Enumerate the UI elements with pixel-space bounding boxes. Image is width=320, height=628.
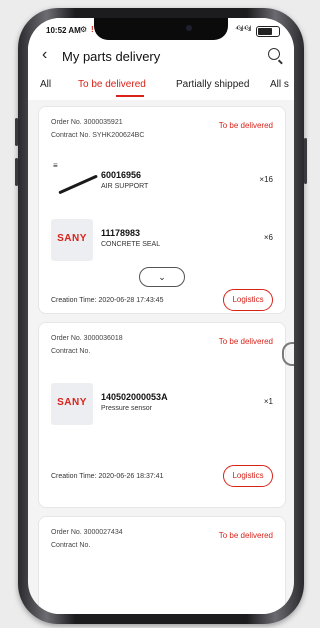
expand-button[interactable]: ⌄ — [139, 267, 185, 287]
tab-all[interactable]: All — [40, 79, 51, 90]
order-number: Order No. 3000035921 — [51, 119, 123, 126]
app-screen: 10:52 AM ⚙ ! ⁴ᴳ.ıl ⁴ᴳ.ıl ‹ My parts deli… — [28, 18, 294, 614]
list-item[interactable]: ≡ 60016956 AIR SUPPORT ×16 — [51, 161, 273, 203]
volume-up-button — [15, 118, 18, 146]
notch — [94, 18, 228, 40]
part-name: AIR SUPPORT — [101, 183, 149, 190]
logistics-button[interactable]: Logistics — [223, 289, 273, 311]
logistics-button[interactable]: Logistics — [223, 465, 273, 487]
order-card[interactable]: Order No. 3000027434 Contract No. To be … — [38, 516, 286, 614]
creation-time: Creation Time: 2020-06-26 18:37:41 — [51, 473, 164, 480]
power-button — [304, 138, 307, 184]
status-badge: To be delivered — [218, 121, 273, 130]
order-card[interactable]: Order No. 3000036018 Contract No. To be … — [38, 322, 286, 508]
part-code: 140502000053A — [101, 392, 168, 402]
part-name: CONCRETE SEAL — [101, 241, 161, 248]
air-support-image: ≡ — [51, 161, 98, 203]
chevron-down-icon: ⌄ — [158, 272, 166, 282]
order-card[interactable]: Order No. 3000035921 Contract No. SYHK20… — [38, 106, 286, 314]
order-number: Order No. 3000027434 — [51, 529, 123, 536]
order-list: Order No. 3000035921 Contract No. SYHK20… — [28, 106, 294, 614]
sany-logo: SANY — [51, 219, 93, 261]
contract-number: Contract No. SYHK200624BC — [51, 132, 145, 139]
tab-to-be-delivered[interactable]: To be delivered — [78, 79, 146, 90]
menu-icon: ≡ — [53, 161, 58, 170]
page-title: My parts delivery — [62, 49, 161, 64]
active-tab-indicator — [116, 95, 144, 97]
phone-frame: 10:52 AM ⚙ ! ⁴ᴳ.ıl ⁴ᴳ.ıl ‹ My parts deli… — [15, 8, 307, 624]
quantity: ×6 — [263, 233, 273, 242]
floating-assistant-handle[interactable] — [282, 342, 294, 366]
contract-number: Contract No. — [51, 348, 91, 355]
gear-icon: ⚙ — [80, 25, 88, 34]
status-badge: To be delivered — [218, 531, 273, 540]
search-icon[interactable] — [268, 48, 280, 60]
app-header: ‹ My parts delivery — [28, 42, 294, 70]
tab-bar: All To be delivered Partially shipped Al… — [28, 70, 294, 100]
signal-icon: ⁴ᴳ.ıl ⁴ᴳ.ıl — [235, 26, 251, 33]
sany-logo: SANY — [51, 383, 93, 425]
quantity: ×1 — [263, 397, 273, 406]
status-badge: To be delivered — [218, 337, 273, 346]
contract-number: Contract No. — [51, 542, 91, 549]
creation-time: Creation Time: 2020-06-28 17:43:45 — [51, 297, 164, 304]
camera-icon — [186, 25, 192, 31]
tab-partially-shipped[interactable]: Partially shipped — [176, 79, 249, 90]
list-item[interactable]: SANY 140502000053A Pressure sensor ×1 — [51, 383, 273, 425]
list-item[interactable]: SANY 11178983 CONCRETE SEAL ×6 — [51, 219, 273, 261]
status-time: 10:52 AM — [46, 26, 81, 35]
battery-icon — [256, 26, 280, 37]
part-code: 60016956 — [101, 170, 142, 180]
part-code: 11178983 — [101, 228, 141, 238]
order-number: Order No. 3000036018 — [51, 335, 123, 342]
volume-down-button — [15, 158, 18, 186]
part-name: Pressure sensor — [101, 405, 152, 412]
quantity: ×16 — [259, 175, 273, 184]
tab-all-shipped[interactable]: All s — [270, 79, 289, 90]
back-chevron-icon[interactable]: ‹ — [42, 46, 47, 64]
